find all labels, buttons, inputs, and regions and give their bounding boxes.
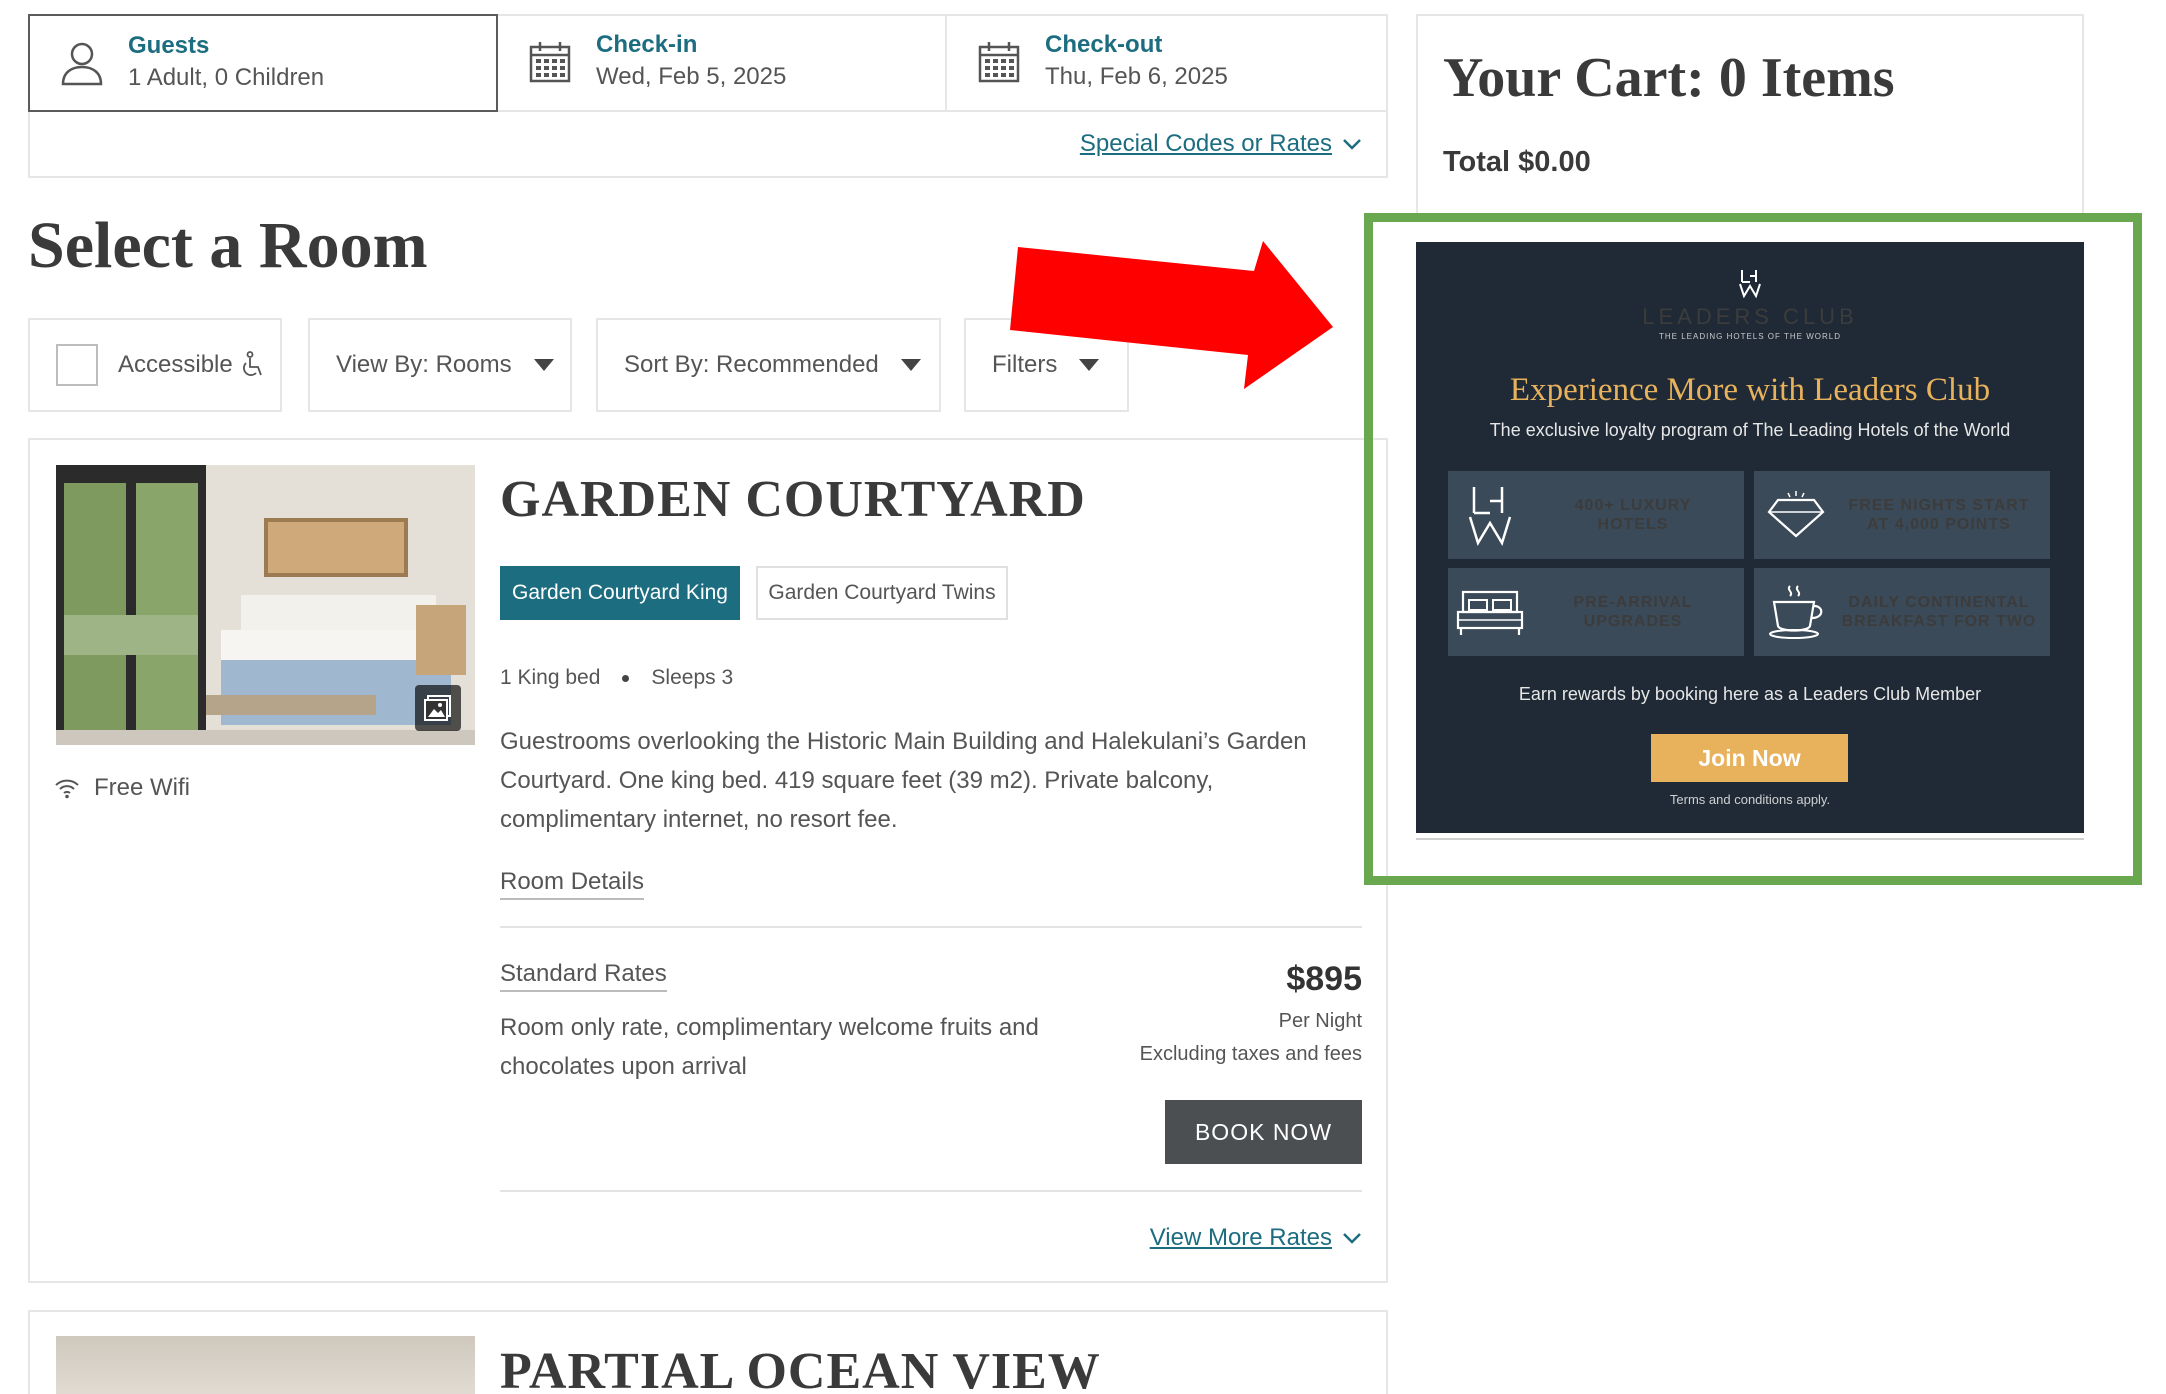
guests-selector[interactable]: Guests 1 Adult, 0 Children bbox=[28, 14, 498, 112]
coffee-cup-icon bbox=[1754, 568, 1838, 656]
benefit-label: FREE NIGHTS START AT 4,000 POINTS bbox=[1848, 497, 2030, 533]
divider bbox=[500, 926, 1362, 928]
checkin-value: Wed, Feb 5, 2025 bbox=[596, 63, 787, 90]
caret-down-icon bbox=[900, 359, 921, 371]
amenity-wifi: Free Wifi bbox=[54, 774, 190, 802]
leaders-club-logo: LEADERS CLUB THE LEADING HOTELS OF THE W… bbox=[1416, 268, 2084, 341]
tab-garden-courtyard-twins[interactable]: Garden Courtyard Twins bbox=[756, 566, 1008, 620]
room-photo[interactable] bbox=[56, 1336, 475, 1394]
ad-earn-text: Earn rewards by booking here as a Leader… bbox=[1518, 684, 1982, 704]
lhw-logo-icon bbox=[1739, 270, 1761, 298]
wifi-icon bbox=[55, 779, 79, 799]
tab-garden-courtyard-king[interactable]: Garden Courtyard King bbox=[500, 566, 740, 620]
calendar-icon bbox=[520, 32, 580, 92]
cart-total: Total $0.00 bbox=[1443, 146, 1591, 178]
sort-by-label: Sort By: Recommended bbox=[624, 351, 879, 378]
special-codes-link[interactable]: Special Codes or Rates bbox=[1080, 130, 1362, 158]
page-title: Select a Room bbox=[28, 209, 428, 282]
room-details-link[interactable]: Room Details bbox=[500, 868, 645, 900]
ad-headline: Experience More with Leaders Club bbox=[1509, 372, 1991, 408]
ad-brand: LEADERS CLUB bbox=[1642, 304, 1858, 329]
calendar-icon bbox=[969, 32, 1029, 92]
cart-title: Your Cart: 0 Items bbox=[1443, 47, 1895, 109]
guests-label: Guests bbox=[128, 32, 210, 59]
benefit-label: DAILY CONTINENTAL BREAKFAST FOR TWO bbox=[1841, 594, 2037, 630]
checkin-label: Check-in bbox=[596, 31, 698, 58]
view-by-dropdown[interactable]: View By: Rooms bbox=[308, 318, 572, 412]
benefit-label: PRE-ARRIVAL UPGRADES bbox=[1573, 594, 1693, 630]
divider bbox=[500, 1190, 1362, 1192]
bed-type: 1 King bed bbox=[500, 666, 601, 689]
ad-subtitle: The exclusive loyalty program of The Lea… bbox=[1489, 420, 2011, 440]
benefit-tile: FREE NIGHTS START AT 4,000 POINTS bbox=[1754, 471, 2050, 559]
red-arrow-annotation bbox=[1010, 241, 1333, 389]
view-by-label: View By: Rooms bbox=[336, 351, 512, 378]
rate-price: $895 bbox=[1286, 960, 1362, 998]
view-more-rates-link[interactable]: View More Rates bbox=[1150, 1224, 1362, 1252]
guests-value: 1 Adult, 0 Children bbox=[128, 64, 325, 91]
person-icon bbox=[52, 33, 112, 93]
per-night-label: Per Night bbox=[1278, 1010, 1362, 1032]
accessible-filter[interactable]: Accessible bbox=[28, 318, 282, 412]
benefit-label: 400+ LUXURY HOTELS bbox=[1574, 497, 1692, 533]
room-name: PARTIAL OCEAN VIEW bbox=[500, 1343, 1101, 1394]
rate-description: Room only rate, complimentary welcome fr… bbox=[500, 1014, 1039, 1080]
ad-terms: Terms and conditions apply. bbox=[1669, 792, 1831, 807]
cart-panel bbox=[1416, 14, 2084, 214]
checkin-selector[interactable]: Check-in Wed, Feb 5, 2025 bbox=[498, 14, 947, 112]
checkout-selector[interactable]: Check-out Thu, Feb 6, 2025 bbox=[947, 14, 1388, 112]
benefit-tile: 400+ LUXURY HOTELS bbox=[1448, 471, 1744, 559]
room-photo[interactable] bbox=[56, 465, 475, 745]
caret-down-icon bbox=[533, 359, 554, 371]
bed-icon bbox=[1448, 568, 1532, 656]
amenity-wifi-label: Free Wifi bbox=[94, 774, 190, 801]
checkout-label: Check-out bbox=[1045, 31, 1163, 58]
divider bbox=[1416, 838, 2084, 840]
ad-tagline: THE LEADING HOTELS OF THE WORLD bbox=[1659, 332, 1841, 341]
separator-dot bbox=[622, 674, 630, 682]
special-codes-label: Special Codes or Rates bbox=[1079, 130, 1332, 157]
accessible-checkbox[interactable] bbox=[56, 344, 98, 386]
view-more-rates-label: View More Rates bbox=[1149, 1224, 1332, 1251]
chevron-down-icon bbox=[1343, 1233, 1361, 1244]
hotel-logo-icon bbox=[1448, 471, 1532, 559]
chevron-down-icon bbox=[1343, 139, 1361, 150]
standard-rates-link[interactable]: Standard Rates bbox=[500, 960, 667, 992]
accessible-label: Accessible bbox=[118, 351, 233, 378]
sleeps: Sleeps 3 bbox=[651, 666, 734, 689]
room-name: GARDEN COURTYARD bbox=[500, 471, 1086, 528]
book-now-button[interactable]: BOOK NOW bbox=[1165, 1100, 1362, 1164]
diamond-icon bbox=[1754, 471, 1838, 559]
room-description: Guestrooms overlooking the Historic Main… bbox=[500, 728, 1307, 833]
sort-by-dropdown[interactable]: Sort By: Recommended bbox=[596, 318, 941, 412]
gallery-icon[interactable] bbox=[415, 685, 461, 731]
benefit-tile: DAILY CONTINENTAL BREAKFAST FOR TWO bbox=[1754, 568, 2050, 656]
benefit-tile: PRE-ARRIVAL UPGRADES bbox=[1448, 568, 1744, 656]
join-now-button[interactable]: Join Now bbox=[1651, 734, 1848, 782]
bed-info: 1 King bed Sleeps 3 bbox=[500, 666, 733, 690]
checkout-value: Thu, Feb 6, 2025 bbox=[1045, 63, 1228, 90]
wheelchair-icon bbox=[242, 351, 262, 376]
excluding-taxes-label: Excluding taxes and fees bbox=[1139, 1043, 1362, 1065]
